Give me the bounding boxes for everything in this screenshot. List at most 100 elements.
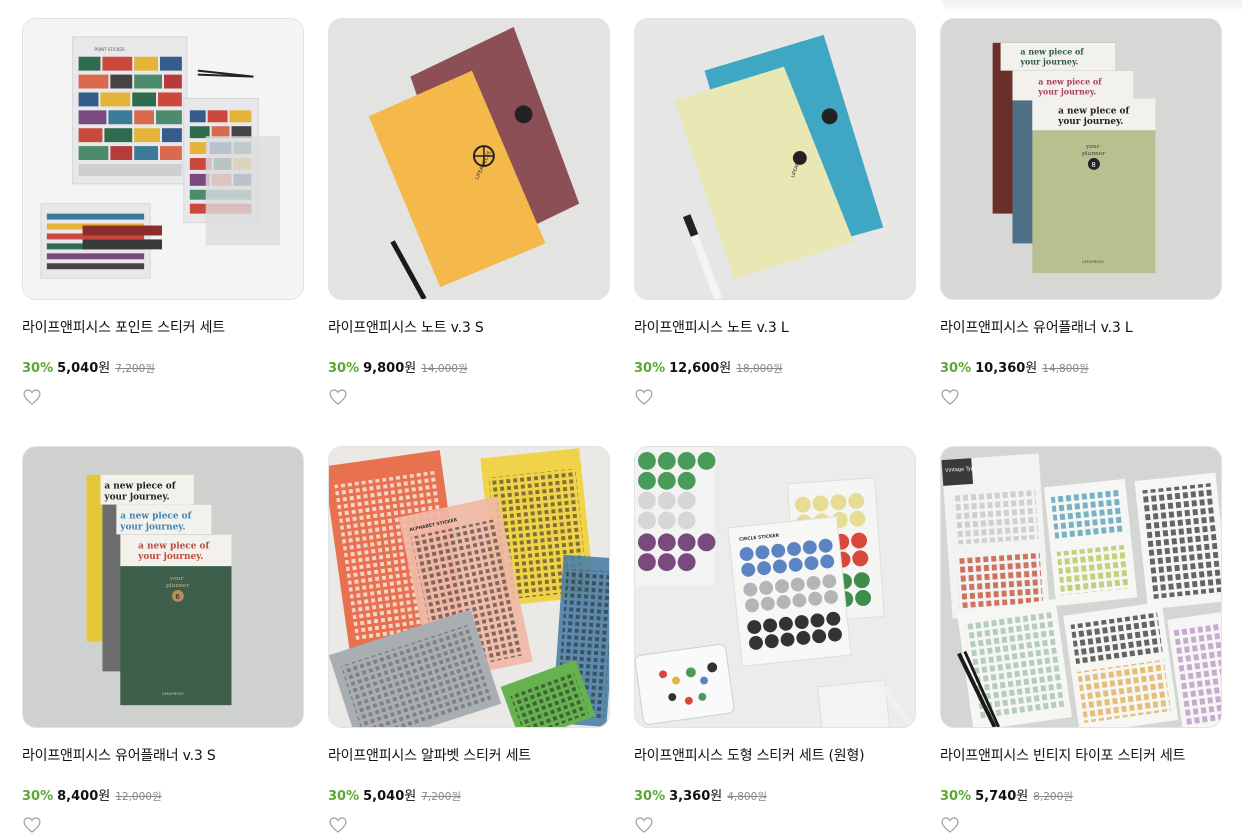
price-row: 30% 10,360원 14,800원 xyxy=(940,357,1089,376)
svg-text:your journey.: your journey. xyxy=(1037,87,1096,96)
product-image-planner-l[interactable]: a new piece of your journey. a new piece… xyxy=(940,18,1222,300)
svg-text:a new piece of: a new piece of xyxy=(1058,106,1130,116)
product-card[interactable]: LIFEAPIECES 라이프앤피시스 노트 v.3 S 30% 9,800원 … xyxy=(328,18,610,405)
product-card[interactable]: LIFEAPIECES 라이프앤피시스 노트 v.3 L 30% 12,600원… xyxy=(634,18,916,405)
product-title[interactable]: 라이프앤피시스 노트 v.3 S xyxy=(328,317,610,337)
product-title[interactable]: 라이프앤피시스 알파벳 스티커 세트 xyxy=(328,745,610,765)
svg-text:planner: planner xyxy=(166,582,189,589)
wishlist-heart-icon[interactable] xyxy=(634,387,654,407)
currency-unit: 원 xyxy=(98,789,111,804)
currency-unit: 원 xyxy=(1025,361,1038,376)
sale-price-value: 10,360 xyxy=(975,361,1026,376)
svg-text:a new piece of: a new piece of xyxy=(1020,48,1084,57)
currency-unit: 원 xyxy=(404,789,417,804)
discount-rate: 30% xyxy=(940,789,972,804)
wishlist-heart-icon[interactable] xyxy=(940,815,960,835)
product-card[interactable]: Vintage Typo 라이프앤피시스 빈티지 타이포 스티커 세트 30% … xyxy=(940,446,1222,833)
product-image-note-s[interactable]: LIFEAPIECES xyxy=(328,18,610,300)
svg-text:a new piece of: a new piece of xyxy=(120,511,192,521)
product-image-planner-s[interactable]: a new piece of your journey. a new piece… xyxy=(22,446,304,728)
svg-text:your journey.: your journey. xyxy=(119,522,185,532)
price-row: 30% 3,360원 4,800원 xyxy=(634,785,767,804)
point-sticker-illustration: POINT STICKER xyxy=(23,19,303,299)
planner-s-illustration: a new piece of your journey. a new piece… xyxy=(23,447,303,727)
currency-unit: 원 xyxy=(710,789,723,804)
sale-price-value: 5,740 xyxy=(975,789,1017,804)
price-row: 30% 12,600원 18,000원 xyxy=(634,357,783,376)
product-image-circle-sticker[interactable]: CIRCLE STICKER xyxy=(634,446,916,728)
svg-text:your journey.: your journey. xyxy=(1019,58,1078,67)
original-price: 4,800원 xyxy=(727,791,767,803)
product-card[interactable]: POINT STICKER 라이프앤피시스 포인트 스티커 세트 30% 5,0… xyxy=(22,18,304,405)
sale-price-value: 12,600 xyxy=(669,361,720,376)
product-title[interactable]: 라이프앤피시스 노트 v.3 L xyxy=(634,317,916,337)
svg-text:LIFEAPIECES: LIFEAPIECES xyxy=(162,692,184,696)
wishlist-heart-icon[interactable] xyxy=(940,387,960,407)
discount-rate: 30% xyxy=(328,361,360,376)
svg-text:8: 8 xyxy=(1091,161,1095,169)
svg-text:your: your xyxy=(1085,143,1100,150)
wishlist-heart-icon[interactable] xyxy=(22,815,42,835)
original-price: 14,000원 xyxy=(421,363,468,375)
discount-rate: 30% xyxy=(328,789,360,804)
currency-unit: 원 xyxy=(98,361,111,376)
original-price: 7,200원 xyxy=(115,363,155,375)
svg-text:planner: planner xyxy=(1082,150,1105,157)
svg-text:your journey.: your journey. xyxy=(137,552,203,562)
product-title[interactable]: 라이프앤피시스 빈티지 타이포 스티커 세트 xyxy=(940,745,1222,765)
sale-price-value: 5,040 xyxy=(57,361,99,376)
planner-l-illustration: a new piece of your journey. a new piece… xyxy=(941,19,1221,299)
sale-price-value: 3,360 xyxy=(669,789,711,804)
sale-price-value: 8,400 xyxy=(57,789,99,804)
wishlist-heart-icon[interactable] xyxy=(328,387,348,407)
product-title[interactable]: 라이프앤피시스 포인트 스티커 세트 xyxy=(22,317,304,337)
currency-unit: 원 xyxy=(404,361,417,376)
original-price: 7,200원 xyxy=(421,791,461,803)
circle-sticker-illustration: CIRCLE STICKER xyxy=(635,447,915,727)
svg-text:your journey.: your journey. xyxy=(103,493,169,503)
sale-price: 8,400원 xyxy=(57,785,110,804)
discount-rate: 30% xyxy=(634,361,666,376)
wishlist-heart-icon[interactable] xyxy=(22,387,42,407)
price-row: 30% 5,040원 7,200원 xyxy=(328,785,461,804)
svg-text:LIFEAPIECES: LIFEAPIECES xyxy=(1082,260,1104,264)
sale-price: 5,040원 xyxy=(363,785,416,804)
original-price: 18,000원 xyxy=(736,363,783,375)
product-image-alphabet-sticker[interactable]: ALPHABET STICKER xyxy=(328,446,610,728)
product-image-note-l[interactable]: LIFEAPIECES xyxy=(634,18,916,300)
product-card[interactable]: ALPHABET STICKER 라이프앤피시스 알파벳 스티커 세트 30% … xyxy=(328,446,610,833)
product-card[interactable]: CIRCLE STICKER 라이프앤피시스 도형 스티커 세트 (원형) 30… xyxy=(634,446,916,833)
product-image-vintage-typo-sticker[interactable]: Vintage Typo xyxy=(940,446,1222,728)
note-s-illustration: LIFEAPIECES xyxy=(329,19,609,299)
product-title[interactable]: 라이프앤피시스 유어플래너 v.3 S xyxy=(22,745,304,765)
sale-price: 10,360원 xyxy=(975,357,1037,376)
sale-price-value: 5,040 xyxy=(363,789,405,804)
product-image-point-sticker[interactable]: POINT STICKER xyxy=(22,18,304,300)
alphabet-sticker-illustration: ALPHABET STICKER xyxy=(329,447,609,727)
product-card[interactable]: a new piece of your journey. a new piece… xyxy=(22,446,304,833)
discount-rate: 30% xyxy=(940,361,972,376)
svg-text:6: 6 xyxy=(175,593,179,601)
original-price: 14,800원 xyxy=(1042,363,1089,375)
wishlist-heart-icon[interactable] xyxy=(634,815,654,835)
original-price: 8,200원 xyxy=(1033,791,1073,803)
note-l-illustration: LIFEAPIECES xyxy=(635,19,915,299)
svg-text:a new piece of: a new piece of xyxy=(138,541,210,551)
sale-price: 3,360원 xyxy=(669,785,722,804)
wishlist-heart-icon[interactable] xyxy=(328,815,348,835)
price-row: 30% 5,040원 7,200원 xyxy=(22,357,155,376)
product-card[interactable]: a new piece of your journey. a new piece… xyxy=(940,18,1222,405)
discount-rate: 30% xyxy=(22,789,54,804)
product-title[interactable]: 라이프앤피시스 도형 스티커 세트 (원형) xyxy=(634,745,916,765)
sale-price: 5,040원 xyxy=(57,357,110,376)
product-grid: POINT STICKER 라이프앤피시스 포인트 스티커 세트 30% 5,0… xyxy=(22,18,1222,833)
svg-text:your journey.: your journey. xyxy=(1057,117,1123,127)
discount-rate: 30% xyxy=(634,789,666,804)
original-price: 12,000원 xyxy=(115,791,162,803)
currency-unit: 원 xyxy=(1016,789,1029,804)
product-title[interactable]: 라이프앤피시스 유어플래너 v.3 L xyxy=(940,317,1222,337)
sale-price: 12,600원 xyxy=(669,357,731,376)
vintage-typo-illustration: Vintage Typo xyxy=(941,447,1221,727)
svg-text:a new piece of: a new piece of xyxy=(104,482,176,492)
price-row: 30% 5,740원 8,200원 xyxy=(940,785,1073,804)
